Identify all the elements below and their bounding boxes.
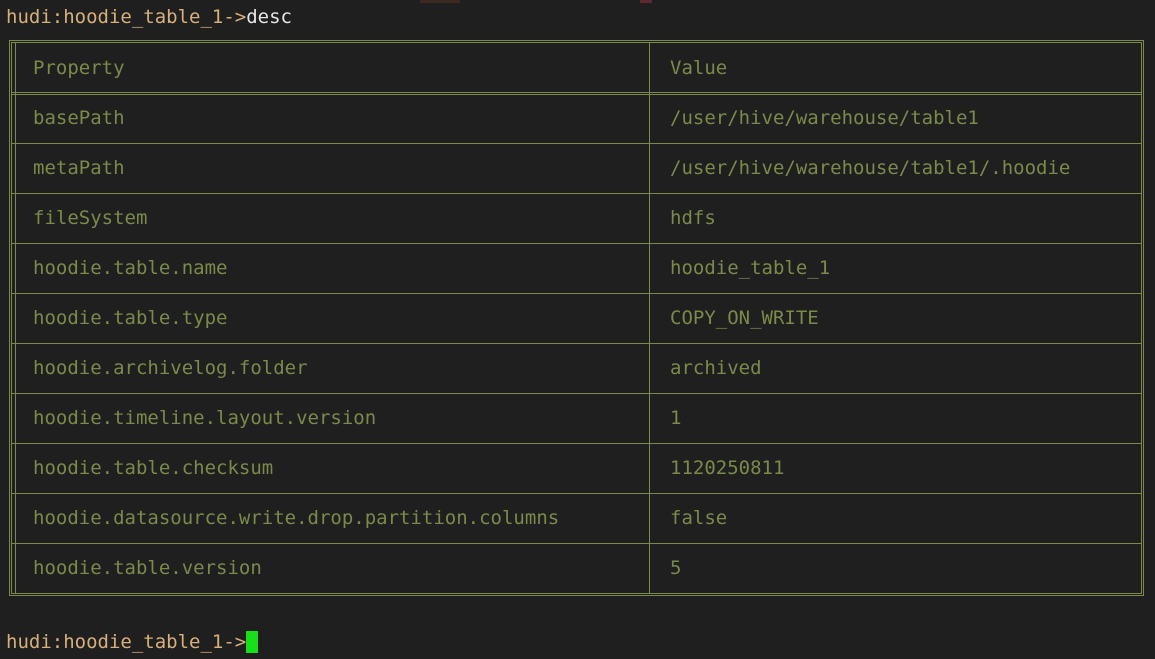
row-divider [12,193,1141,194]
table-row-property: hoodie.datasource.write.drop.partition.c… [33,507,560,529]
prompt-text: hudi:hoodie_table_1-> [6,6,247,28]
table-left-rule [15,43,16,593]
command-text: desc [246,6,292,28]
table-row-property: hoodie.table.type [33,307,228,329]
table-row-property: metaPath [33,157,125,179]
table-row-value: hdfs [670,207,716,229]
previous-command-line: hudi:hoodie_table_1->desc [6,5,292,29]
table-row-property: hoodie.table.checksum [33,457,274,479]
properties-table: Property Value basePath /user/hive/wareh… [9,40,1144,596]
table-row-value: /user/hive/warehouse/table1/.hoodie [670,157,1071,179]
table-row-property: basePath [33,107,125,129]
table-row-value: COPY_ON_WRITE [670,307,819,329]
table-row-value: 1120250811 [670,457,785,479]
table-row-value: false [670,507,728,529]
table-row-property: hoodie.timeline.layout.version [33,407,377,429]
table-row-property: hoodie.archivelog.folder [33,357,308,379]
header-property: Property [33,57,125,79]
header-value: Value [670,57,728,79]
table-row-value: 1 [670,407,682,429]
terminal-cursor[interactable] [246,631,259,653]
table-row-value: /user/hive/warehouse/table1 [670,107,979,129]
table-row-value: hoodie_table_1 [670,257,831,279]
scrolled-previous-output [0,0,1155,3]
table-row-property: hoodie.table.name [33,257,228,279]
table-row-property: fileSystem [33,207,148,229]
prompt-text: hudi:hoodie_table_1-> [6,631,247,653]
table-row-value: archived [670,357,762,379]
current-prompt-line[interactable]: hudi:hoodie_table_1-> [6,630,259,654]
column-separator [649,43,650,593]
table-row-property: hoodie.table.version [33,557,262,579]
table-row-value: 5 [670,557,682,579]
